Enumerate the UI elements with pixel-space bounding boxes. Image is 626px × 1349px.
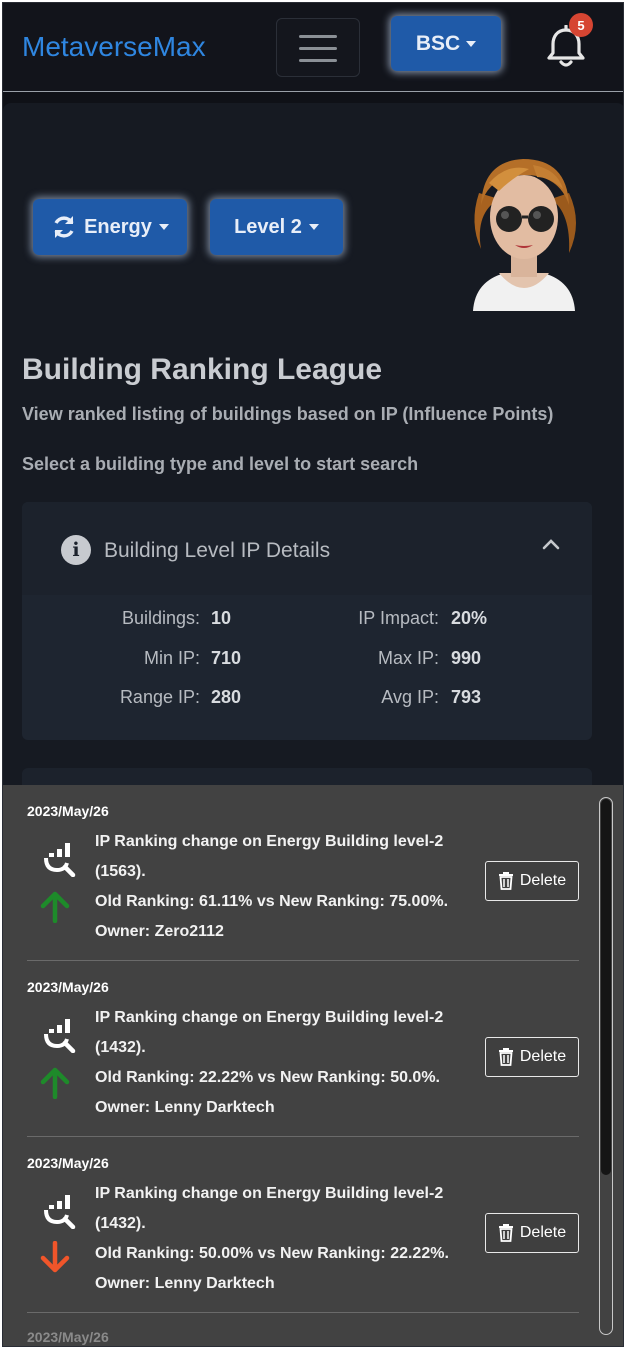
stat-value-ip-impact: 20% xyxy=(451,608,488,628)
stat-label-max-ip: Max IP: xyxy=(377,648,439,668)
ip-details-accordion-header[interactable]: i Building Level IP Details xyxy=(22,502,592,595)
notification-date-partial: 2023/May/26 xyxy=(27,1329,109,1345)
user-avatar[interactable] xyxy=(459,153,589,311)
notification-owner: Owner: Zero2112 xyxy=(95,923,224,940)
level-dropdown-button[interactable]: Level 2 xyxy=(210,199,343,255)
notification-ranking-change: Old Ranking: 22.22% vs New Ranking: 50.0… xyxy=(95,1069,440,1086)
notification-ranking-change: Old Ranking: 50.00% vs New Ranking: 22.2… xyxy=(95,1245,449,1262)
stat-label-buildings: Buildings: xyxy=(121,608,200,628)
delete-label: Delete xyxy=(519,872,567,889)
delete-notification-button[interactable]: Delete xyxy=(485,861,579,901)
stat-label-min-ip: Min IP: xyxy=(143,648,200,668)
notification-date: 2023/May/26 xyxy=(27,979,109,995)
delete-notification-button[interactable]: Delete xyxy=(485,1037,579,1077)
notification-scrollbar-thumb[interactable] xyxy=(601,799,611,1175)
delete-notification-button[interactable]: Delete xyxy=(485,1213,579,1253)
trash-icon xyxy=(498,872,513,890)
stat-value-min-ip: 710 xyxy=(211,648,242,668)
arrow-up-icon xyxy=(40,891,70,923)
notification-building-id: (1563). xyxy=(95,863,146,880)
stat-value-buildings: 10 xyxy=(211,608,232,628)
building-type-label: Energy xyxy=(84,215,152,238)
ip-details-card: i Building Level IP Details Buildings: 1… xyxy=(22,502,592,740)
hamburger-bar xyxy=(299,47,337,50)
notification-owner: Owner: Lenny Darktech xyxy=(95,1275,275,1292)
refresh-icon xyxy=(54,216,74,238)
stat-label-range-ip: Range IP: xyxy=(119,687,200,707)
stat-label-avg-ip: Avg IP: xyxy=(381,687,439,707)
caret-down-icon xyxy=(308,224,319,230)
chevron-up-icon[interactable] xyxy=(542,538,560,550)
stat-value-avg-ip: 793 xyxy=(451,687,482,707)
notification-item: 2023/May/26 IP Ranking change on Energy … xyxy=(27,961,579,1137)
hamburger-bar xyxy=(299,59,337,62)
info-icon: i xyxy=(61,535,91,565)
network-dropdown-button[interactable]: BSC xyxy=(391,16,501,71)
ip-details-heading: Building Level IP Details xyxy=(104,539,331,562)
notification-item: 2023/May/26 IP Ranking change on Energy … xyxy=(27,785,579,961)
top-navbar: MetaverseMax BSC 5 xyxy=(3,3,623,92)
stat-value-max-ip: 990 xyxy=(451,648,482,668)
stat-value-range-ip: 280 xyxy=(211,687,242,707)
notification-message: IP Ranking change on Energy Building lev… xyxy=(95,1185,444,1202)
trash-icon xyxy=(498,1048,513,1066)
building-type-dropdown-button[interactable]: Energy xyxy=(33,199,187,255)
notification-dropdown: 2023/May/26 IP Ranking change on Energy … xyxy=(3,785,623,1346)
ranking-search-icon xyxy=(44,1019,76,1053)
hamburger-bar xyxy=(299,35,337,38)
notification-date: 2023/May/26 xyxy=(27,803,109,819)
page-title: Building Ranking League xyxy=(22,353,383,386)
notification-building-id: (1432). xyxy=(95,1039,146,1056)
notification-count-badge: 5 xyxy=(569,13,593,37)
ranking-search-icon xyxy=(44,843,76,877)
arrow-down-icon xyxy=(40,1241,70,1273)
caret-down-icon xyxy=(466,40,477,47)
notification-date: 2023/May/26 xyxy=(27,1155,109,1171)
notification-item: 2023/May/26 IP Ranking change on Energy … xyxy=(27,1137,579,1313)
arrow-up-icon xyxy=(40,1067,70,1099)
notification-message: IP Ranking change on Energy Building lev… xyxy=(95,833,444,850)
page-subtitle: View ranked listing of buildings based o… xyxy=(22,404,554,424)
stat-label-ip-impact: IP Impact: xyxy=(358,608,439,628)
notification-building-id: (1432). xyxy=(95,1215,146,1232)
notification-owner: Owner: Lenny Darktech xyxy=(95,1099,275,1116)
helper-text: Select a building type and level to star… xyxy=(22,454,419,474)
brand-logo-text[interactable]: MetaverseMax xyxy=(22,31,206,63)
ranking-search-icon xyxy=(44,1195,76,1229)
network-label: BSC xyxy=(415,31,461,55)
delete-label: Delete xyxy=(519,1224,567,1241)
notification-message: IP Ranking change on Energy Building lev… xyxy=(95,1009,444,1026)
trash-icon xyxy=(498,1224,513,1242)
delete-label: Delete xyxy=(519,1048,567,1065)
menu-toggle-button[interactable] xyxy=(276,18,360,77)
notification-ranking-change: Old Ranking: 61.11% vs New Ranking: 75.0… xyxy=(95,893,449,910)
app-frame: MetaverseMax BSC 5 Energy Level 2 Buildi… xyxy=(2,2,624,1347)
level-label: Level 2 xyxy=(234,215,302,238)
caret-down-icon xyxy=(158,224,169,230)
